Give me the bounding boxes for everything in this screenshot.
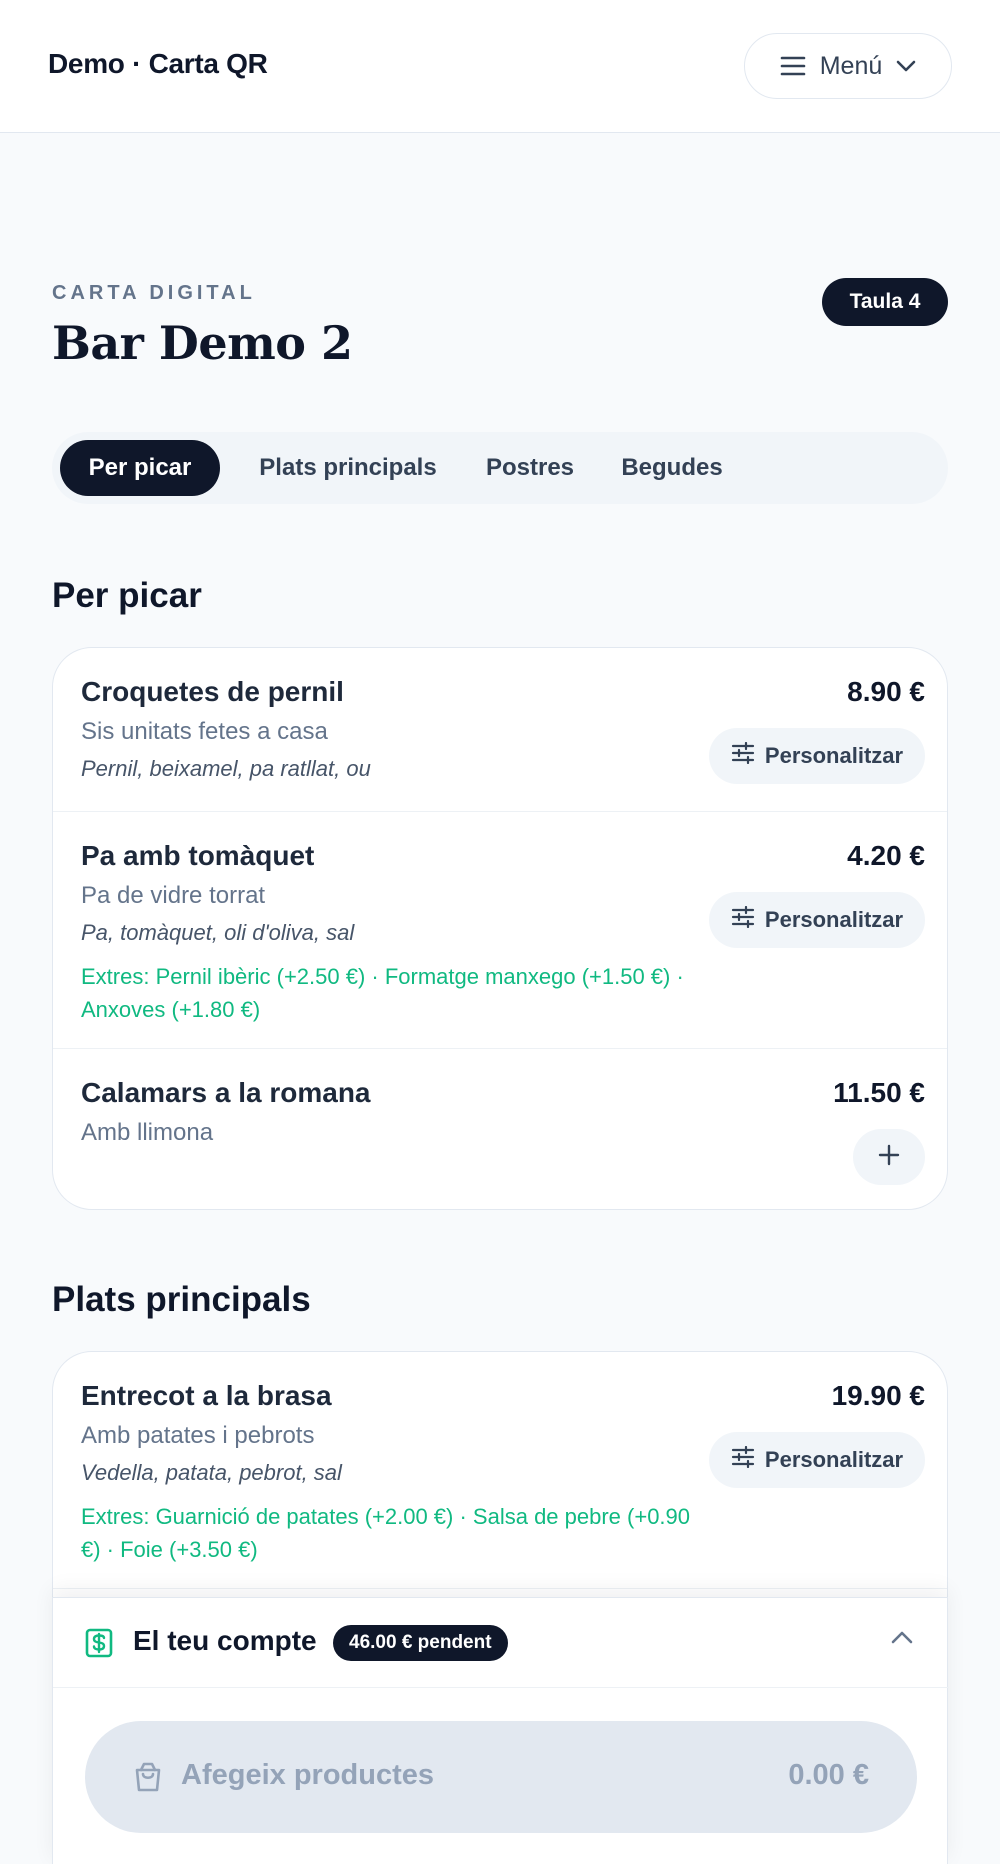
account-header[interactable]: El teu compte 46.00 € pendent [53, 1598, 949, 1688]
item-name: Pa amb tomàquet [81, 840, 315, 871]
tab-begudes[interactable]: Begudes [608, 440, 736, 496]
chevron-up-icon[interactable] [891, 1630, 913, 1649]
item-extras: Extres: Guarnició de patates (+2.00 €) ·… [81, 1504, 691, 1562]
customize-button[interactable]: Personalitzar [709, 728, 925, 784]
item-description: Amb patates i pebrots [81, 1422, 315, 1449]
menu-item: Entrecot a la brasa Amb patates i pebrot… [53, 1352, 947, 1589]
account-panel: El teu compte 46.00 € pendent Afegeix pr… [52, 1597, 949, 1864]
tab-postres[interactable]: Postres [470, 440, 590, 496]
item-name: Calamars a la romana [81, 1077, 371, 1108]
menu-item: Calamars a la romana Amb llimona 11.50 € [53, 1048, 947, 1209]
checkout-total: 0.00 € [788, 1759, 869, 1791]
customize-label: Personalitzar [764, 907, 904, 932]
customize-label: Personalitzar [764, 743, 904, 768]
customize-label: Personalitzar [764, 1447, 904, 1472]
item-name: Entrecot a la brasa [81, 1380, 332, 1411]
account-title: El teu compte [133, 1625, 317, 1656]
pending-badge: 46.00 € pendent [333, 1625, 508, 1661]
item-ingredients: Pernil, beixamel, pa ratllat, ou [81, 756, 371, 781]
shopping-bag-icon [133, 1761, 163, 1798]
top-bar: Demo · Carta QR Menú [0, 0, 1000, 133]
add-button[interactable] [853, 1129, 925, 1185]
chevron-down-icon [896, 60, 916, 72]
item-description: Pa de vidre torrat [81, 882, 266, 909]
checkout-label: Afegeix productes [181, 1759, 434, 1791]
tab-plats-principals[interactable]: Plats principals [244, 440, 452, 496]
item-description: Sis unitats fetes a casa [81, 718, 328, 745]
menu-button[interactable]: Menú [744, 33, 952, 99]
plus-icon [878, 1144, 900, 1171]
customize-button[interactable]: Personalitzar [709, 1432, 925, 1488]
checkout-button[interactable]: Afegeix productes 0.00 € [85, 1721, 917, 1833]
sliders-icon [731, 905, 755, 934]
sliders-icon [731, 741, 755, 770]
item-name: Croquetes de pernil [81, 676, 344, 707]
item-price: 11.50 € [833, 1077, 925, 1108]
menu-item: Pa amb tomàquet Pa de vidre torrat Pa, t… [53, 811, 947, 1048]
item-extras: Extres: Pernil ibèric (+2.50 €) · Format… [81, 964, 684, 1022]
item-price: 19.90 € [831, 1380, 925, 1411]
hamburger-icon [780, 55, 806, 77]
item-description: Amb llimona [81, 1119, 214, 1146]
item-ingredients: Vedella, patata, pebrot, sal [81, 1460, 342, 1485]
table-badge: Taula 4 [822, 278, 948, 326]
page-title: Bar Demo 2 [52, 316, 353, 370]
customize-button[interactable]: Personalitzar [709, 892, 925, 948]
eyebrow-label: CARTA DIGITAL [52, 282, 256, 304]
brand-title: Demo · Carta QR [48, 48, 268, 79]
sliders-icon [731, 1445, 755, 1474]
item-ingredients: Pa, tomàquet, oli d'oliva, sal [81, 920, 355, 945]
item-price: 8.90 € [847, 676, 925, 707]
menu-label: Menú [819, 51, 883, 80]
menu-card-per-picar: Croquetes de pernil Sis unitats fetes a … [52, 647, 948, 1210]
dollar-receipt-icon [85, 1628, 113, 1663]
item-price: 4.20 € [847, 840, 925, 871]
section-title-per-picar: Per picar [52, 576, 202, 615]
tab-per-picar[interactable]: Per picar [60, 440, 220, 496]
menu-item: Croquetes de pernil Sis unitats fetes a … [53, 648, 947, 811]
category-tabs: Per picar Plats principals Postres Begud… [52, 432, 948, 504]
section-title-plats-principals: Plats principals [52, 1280, 311, 1319]
